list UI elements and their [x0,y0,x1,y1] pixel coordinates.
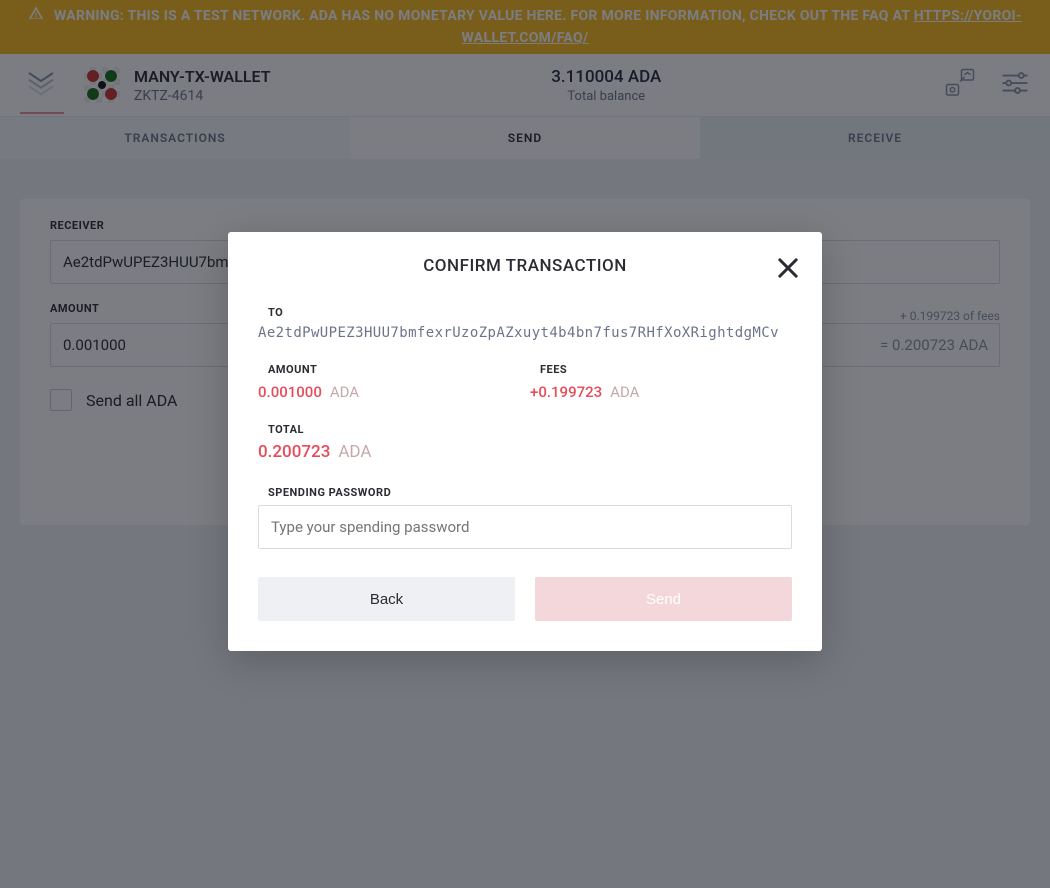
modal-title: CONFIRM TRANSACTION [258,256,792,276]
spending-password-input[interactable] [258,505,792,549]
back-button[interactable]: Back [258,577,515,621]
confirm-fees-label: FEES [530,363,792,376]
send-button[interactable]: Send [535,577,792,621]
confirm-fees-value: +0.199723 [530,383,602,401]
confirm-transaction-dialog: CONFIRM TRANSACTION TO Ae2tdPwUPEZ3HUU7b… [228,232,822,651]
confirm-total-unit: ADA [338,442,371,462]
confirm-total-label: TOTAL [258,423,792,436]
confirm-amount-value: 0.001000 [258,383,322,401]
confirm-total-value: 0.200723 [258,442,330,462]
to-address: Ae2tdPwUPEZ3HUU7bmfexrUzoZpAZxuyt4b4bn7f… [258,325,792,341]
confirm-amount-label: AMOUNT [258,363,520,376]
modal-overlay: CONFIRM TRANSACTION TO Ae2tdPwUPEZ3HUU7b… [0,0,1050,888]
confirm-fees-unit: ADA [610,383,639,401]
spending-password-label: SPENDING PASSWORD [258,486,792,499]
to-label: TO [258,306,792,319]
confirm-amount-unit: ADA [330,383,359,401]
close-icon[interactable] [774,254,802,282]
